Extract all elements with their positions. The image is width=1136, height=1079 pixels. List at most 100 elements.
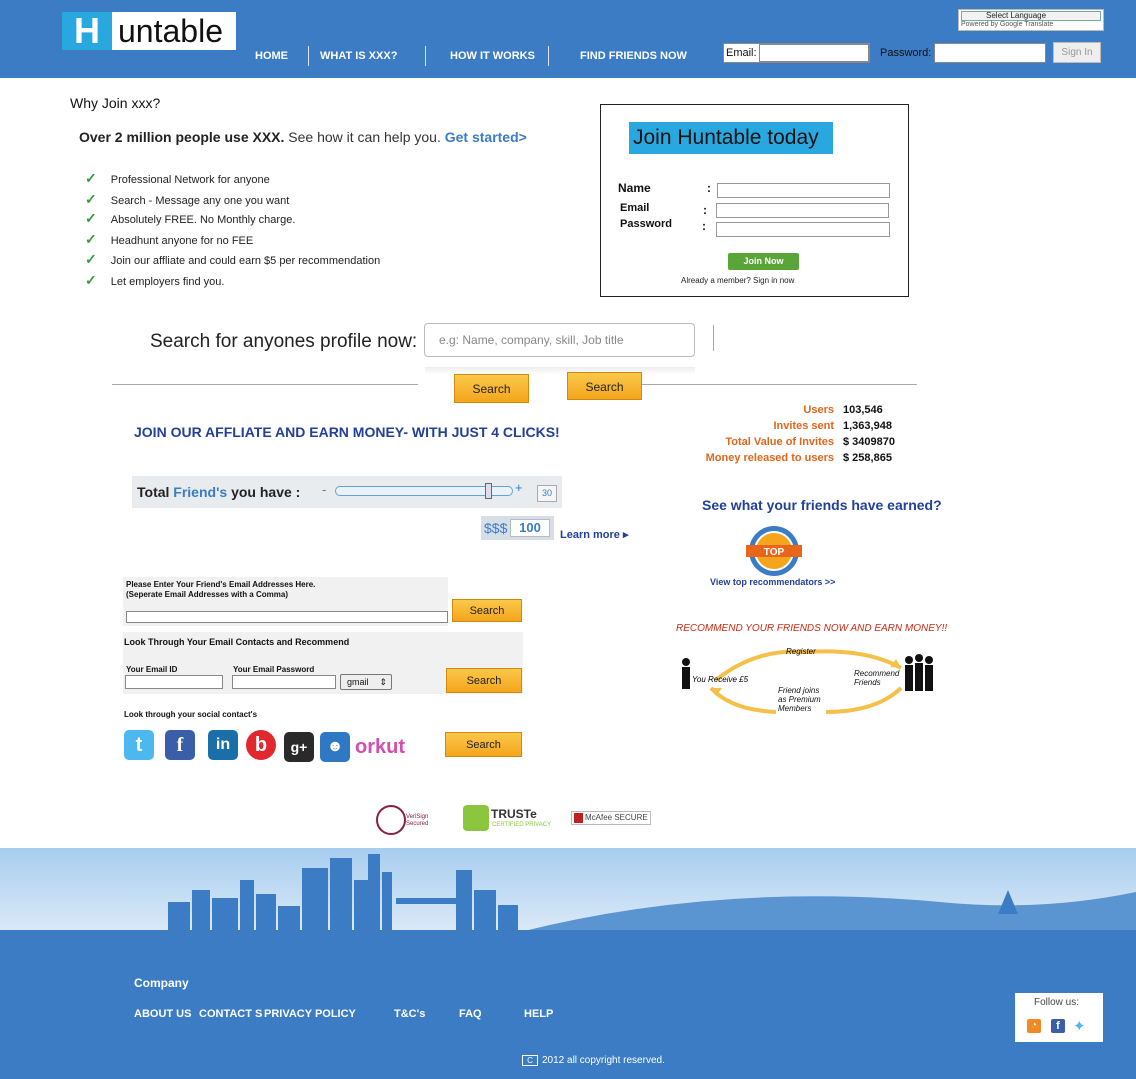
learn-more-link[interactable]: Learn more ▸: [560, 528, 629, 541]
your-email-id-input[interactable]: [125, 675, 223, 689]
join-name-input[interactable]: [717, 183, 890, 198]
feature-item: ✓ Headhunt anyone for no FEE: [85, 231, 253, 248]
google-plus-icon[interactable]: g+: [284, 732, 314, 762]
truste-subtitle: CERTIFIED PRIVACY: [492, 822, 552, 828]
top-recommender-badge[interactable]: TOP: [738, 525, 810, 577]
feature-item: ✓ Search - Message any one you want: [85, 191, 289, 208]
stat-value: $ 3409870: [843, 436, 895, 448]
cycle-receive: You Receive £5: [692, 675, 749, 684]
email-password-label: Your Email Password: [233, 665, 315, 674]
search-button[interactable]: Search: [445, 732, 522, 757]
powered-by-text: Powered by Google Translate: [961, 21, 1054, 28]
header-password-input[interactable]: [934, 43, 1046, 63]
follow-us-box: Follow us: ◔ f ✦: [1015, 993, 1103, 1042]
nav-how-it-works[interactable]: HOW IT WORKS: [450, 50, 535, 62]
intro-headline: Over 2 million people use XXX. See how i…: [79, 129, 527, 145]
twitter-icon[interactable]: t: [124, 730, 154, 760]
person-icon: [682, 658, 690, 666]
slider-minus-button[interactable]: -: [322, 482, 326, 497]
facebook-icon[interactable]: f: [165, 730, 195, 760]
enter-emails-heading: Please Enter Your Friend's Email Address…: [126, 580, 316, 589]
text-cursor: [713, 325, 714, 351]
sign-in-button[interactable]: Sign In: [1053, 42, 1101, 63]
follow-us-label: Follow us:: [1034, 997, 1080, 1008]
feature-text: Professional Network for anyone: [110, 174, 270, 186]
logo-letter: H: [62, 12, 112, 50]
hills-illustration: [520, 890, 1136, 932]
friends-slider-handle[interactable]: [485, 483, 492, 499]
cycle-register: Register: [786, 647, 816, 656]
email-label: Email: [620, 202, 650, 214]
checkmark-icon: ✓: [85, 210, 97, 226]
truste-title: TRUSTe: [491, 807, 537, 821]
mcafee-badge: McAfee SECURE: [571, 811, 651, 825]
search-button[interactable]: Search: [446, 668, 522, 693]
feature-text: Headhunt anyone for no FEE: [110, 235, 254, 247]
email-provider-select[interactable]: gmail ⇕: [340, 674, 392, 690]
nav-divider: [548, 46, 549, 66]
your-email-password-input[interactable]: [232, 675, 336, 689]
linkedin-icon[interactable]: in: [208, 730, 238, 760]
christmas-tree-icon: [998, 890, 1018, 914]
feature-item: ✓ Let employers find you.: [85, 272, 224, 289]
rss-icon[interactable]: ◔: [1027, 1019, 1041, 1033]
nav-what-is[interactable]: WHAT IS XXX?: [320, 50, 397, 62]
cycle-joins-premium: Friend joins as Premium Members: [778, 686, 821, 713]
get-started-link[interactable]: Get started>: [445, 129, 527, 145]
search-button[interactable]: Search: [452, 599, 522, 622]
cycle-arrow: [825, 686, 903, 714]
footer-help[interactable]: HELP: [524, 1008, 553, 1020]
cycle-recommend-friends: Recommend Friends: [854, 669, 900, 687]
people-group-icon: [905, 654, 933, 691]
join-now-button[interactable]: Join Now: [728, 253, 799, 270]
enter-emails-subheading: (Seperate Email Addresses with a Comma): [126, 590, 288, 599]
join-password-input[interactable]: [716, 222, 890, 237]
myspace-icon[interactable]: ☻: [320, 732, 350, 762]
logo-text: untable: [118, 13, 223, 49]
search-button[interactable]: Search: [567, 372, 642, 400]
bebo-icon[interactable]: b: [246, 730, 276, 760]
total-friends-label: Total Friend's you have :: [137, 484, 300, 500]
total-friends-word: Friend's: [173, 484, 228, 500]
feature-text: Absolutely FREE. No Monthly charge.: [110, 214, 296, 226]
divider: [642, 384, 917, 385]
verisign-check-icon: [376, 805, 406, 835]
checkmark-icon: ✓: [85, 231, 97, 247]
orkut-icon[interactable]: orkut: [355, 736, 405, 759]
email-id-label: Your Email ID: [126, 665, 178, 674]
copyright-icon: C: [522, 1055, 538, 1066]
huntable-logo[interactable]: H untable: [62, 12, 236, 50]
nav-home[interactable]: HOME: [255, 50, 288, 62]
friend-count-field[interactable]: 30: [537, 485, 557, 502]
stat-label: Invites sent: [773, 420, 834, 432]
friends-slider-panel: Total Friend's you have : - + 30: [132, 476, 562, 508]
twitter-bird-icon[interactable]: ✦: [1073, 1017, 1086, 1035]
footer-privacy-policy[interactable]: PRIVACY POLICY: [264, 1008, 356, 1020]
search-button[interactable]: Search: [454, 374, 529, 403]
cycle-arrow: [709, 686, 777, 714]
facebook-icon[interactable]: f: [1051, 1019, 1065, 1033]
friend-emails-input[interactable]: [126, 611, 448, 623]
header-email-input[interactable]: [759, 44, 869, 62]
checkmark-icon: ✓: [85, 170, 97, 186]
already-member-link[interactable]: Already a member? Sign in now: [681, 276, 794, 285]
footer-about-us[interactable]: ABOUT US: [134, 1008, 191, 1020]
header-email-label: Email:: [726, 47, 757, 59]
language-select[interactable]: Select Language: [961, 11, 1101, 21]
footer-terms[interactable]: T&C's: [394, 1008, 425, 1020]
truste-icon: [463, 805, 489, 831]
footer-faq[interactable]: FAQ: [459, 1008, 482, 1020]
search-profile-label: Search for anyones profile now:: [150, 331, 418, 352]
view-top-recommendators-link[interactable]: View top recommendators >>: [710, 577, 835, 587]
total-prefix: Total: [137, 484, 174, 500]
checkmark-icon: ✓: [85, 272, 97, 288]
nav-find-friends[interactable]: FIND FRIENDS NOW: [580, 50, 687, 62]
mcafee-shield-icon: [574, 813, 583, 823]
profile-search-input[interactable]: e.g: Name, company, skill, Job title: [424, 323, 695, 357]
why-join-heading: Why Join xxx?: [70, 95, 161, 111]
divider: [112, 384, 418, 385]
header-password-label: Password:: [880, 47, 932, 59]
join-email-input[interactable]: [716, 203, 889, 218]
slider-plus-button[interactable]: +: [515, 480, 523, 495]
footer-contact[interactable]: CONTACT S: [199, 1008, 262, 1020]
